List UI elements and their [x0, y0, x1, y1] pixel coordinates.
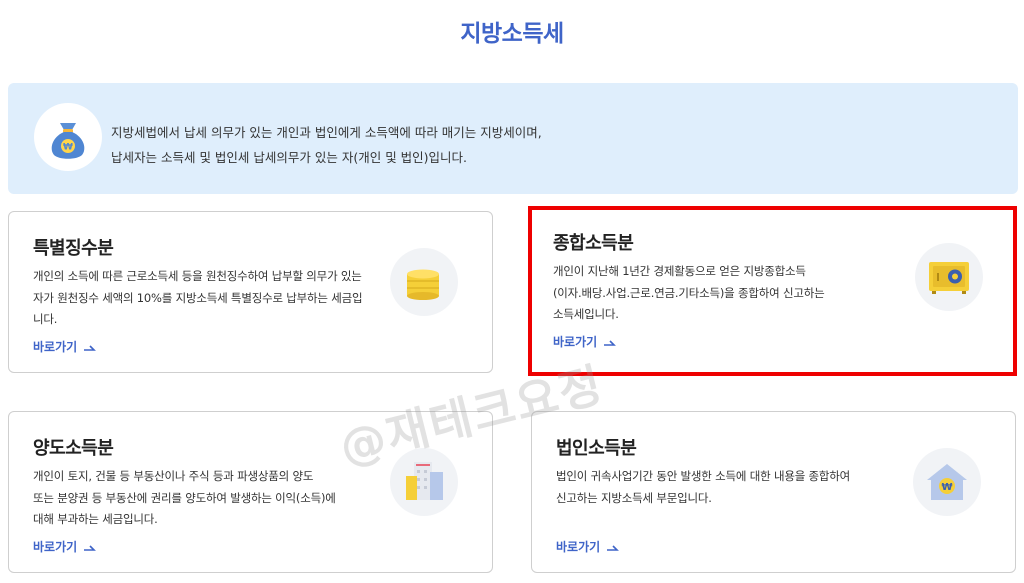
goto-link-label: 바로가기 — [33, 340, 78, 354]
card-description: 개인이 지난해 1년간 경제활동으로 얻은 지방종합소득 (이자.배당.사업.근… — [553, 261, 923, 326]
card-description: 개인이 토지, 건물 등 부동산이나 주식 등과 파생상품의 양도 또는 분양권… — [33, 466, 403, 531]
card-desc-line: 법인이 귀속사업기간 동안 발생한 소득에 대한 내용을 종합하여 — [556, 469, 851, 483]
info-text: 지방세법에서 납세 의무가 있는 개인과 법인에게 소득액에 따라 매기는 지방… — [111, 120, 991, 170]
card-corporate-income[interactable]: 법인소득분 법인이 귀속사업기간 동안 발생한 소득에 대한 내용을 종합하여 … — [531, 411, 1016, 573]
card-comprehensive-income[interactable]: 종합소득분 개인이 지난해 1년간 경제활동으로 얻은 지방종합소득 (이자.배… — [528, 206, 1017, 376]
goto-link[interactable]: 바로가기 — [33, 538, 97, 555]
card-desc-line: 대해 부과하는 세금입니다. — [33, 512, 158, 526]
goto-link[interactable]: 바로가기 — [553, 333, 617, 350]
goto-link-label: 바로가기 — [556, 540, 601, 554]
card-desc-line: 신고하는 지방소득세 부문입니다. — [556, 490, 712, 505]
card-title: 법인소득분 — [556, 438, 637, 459]
goto-link[interactable]: 바로가기 — [33, 338, 97, 355]
card-desc-line: (이자.배당.사업.근로.연금.기타소득)을 종합하여 신고하는 — [553, 285, 825, 300]
goto-link-label: 바로가기 — [553, 335, 598, 349]
card-description: 법인이 귀속사업기간 동안 발생한 소득에 대한 내용을 종합하여 신고하는 지… — [556, 466, 926, 509]
safe-icon — [915, 243, 983, 311]
card-capital-gains[interactable]: 양도소득분 개인이 토지, 건물 등 부동산이나 주식 등과 파생상품의 양도 … — [8, 411, 493, 573]
card-desc-line: 개인이 토지, 건물 등 부동산이나 주식 등과 파생상품의 양도 — [33, 469, 314, 483]
svg-text:₩: ₩ — [941, 482, 952, 493]
arrow-icon — [604, 339, 617, 346]
card-desc-line: 개인이 지난해 1년간 경제활동으로 얻은 지방종합소득 — [553, 264, 806, 278]
info-line-2: 납세자는 소득세 및 법인세 납세의무가 있는 자(개인 및 법인)입니다. — [111, 150, 468, 165]
house-won-icon: ₩ — [913, 448, 981, 516]
card-description: 개인의 소득에 따른 근로소득세 등을 원천징수하여 납부할 의무가 있는 자가… — [33, 266, 403, 331]
card-title: 종합소득분 — [553, 233, 634, 254]
card-special-withholding[interactable]: 특별징수분 개인의 소득에 따른 근로소득세 등을 원천징수하여 납부할 의무가… — [8, 211, 493, 373]
coin-stack-icon — [390, 248, 458, 316]
card-desc-line: 니다. — [33, 312, 58, 326]
card-desc-line: 개인의 소득에 따른 근로소득세 등을 원천징수하여 납부할 의무가 있는 — [33, 269, 362, 283]
arrow-icon — [84, 544, 97, 551]
card-desc-line: 또는 분양권 등 부동산에 권리를 양도하여 발생하는 이익(소득)에 — [33, 490, 336, 505]
buildings-icon — [390, 448, 458, 516]
goto-link-label: 바로가기 — [33, 540, 78, 554]
money-bag-icon: ₩ — [34, 103, 102, 171]
page-title: 지방소득세 — [460, 21, 564, 47]
arrow-icon — [84, 344, 97, 351]
card-title: 양도소득분 — [33, 438, 114, 459]
info-line-1: 지방세법에서 납세 의무가 있는 개인과 법인에게 소득액에 따라 매기는 지방… — [111, 125, 542, 140]
svg-text:₩: ₩ — [63, 143, 73, 153]
card-desc-line: 소득세입니다. — [553, 307, 619, 321]
goto-link[interactable]: 바로가기 — [556, 538, 620, 555]
info-box: ₩ 지방세법에서 납세 의무가 있는 개인과 법인에게 소득액에 따라 매기는 … — [8, 83, 1018, 194]
arrow-icon — [607, 544, 620, 551]
card-desc-line: 자가 원천징수 세액의 10%를 지방소득세 특별징수로 납부하는 세금입 — [33, 290, 363, 305]
card-title: 특별징수분 — [33, 238, 114, 259]
